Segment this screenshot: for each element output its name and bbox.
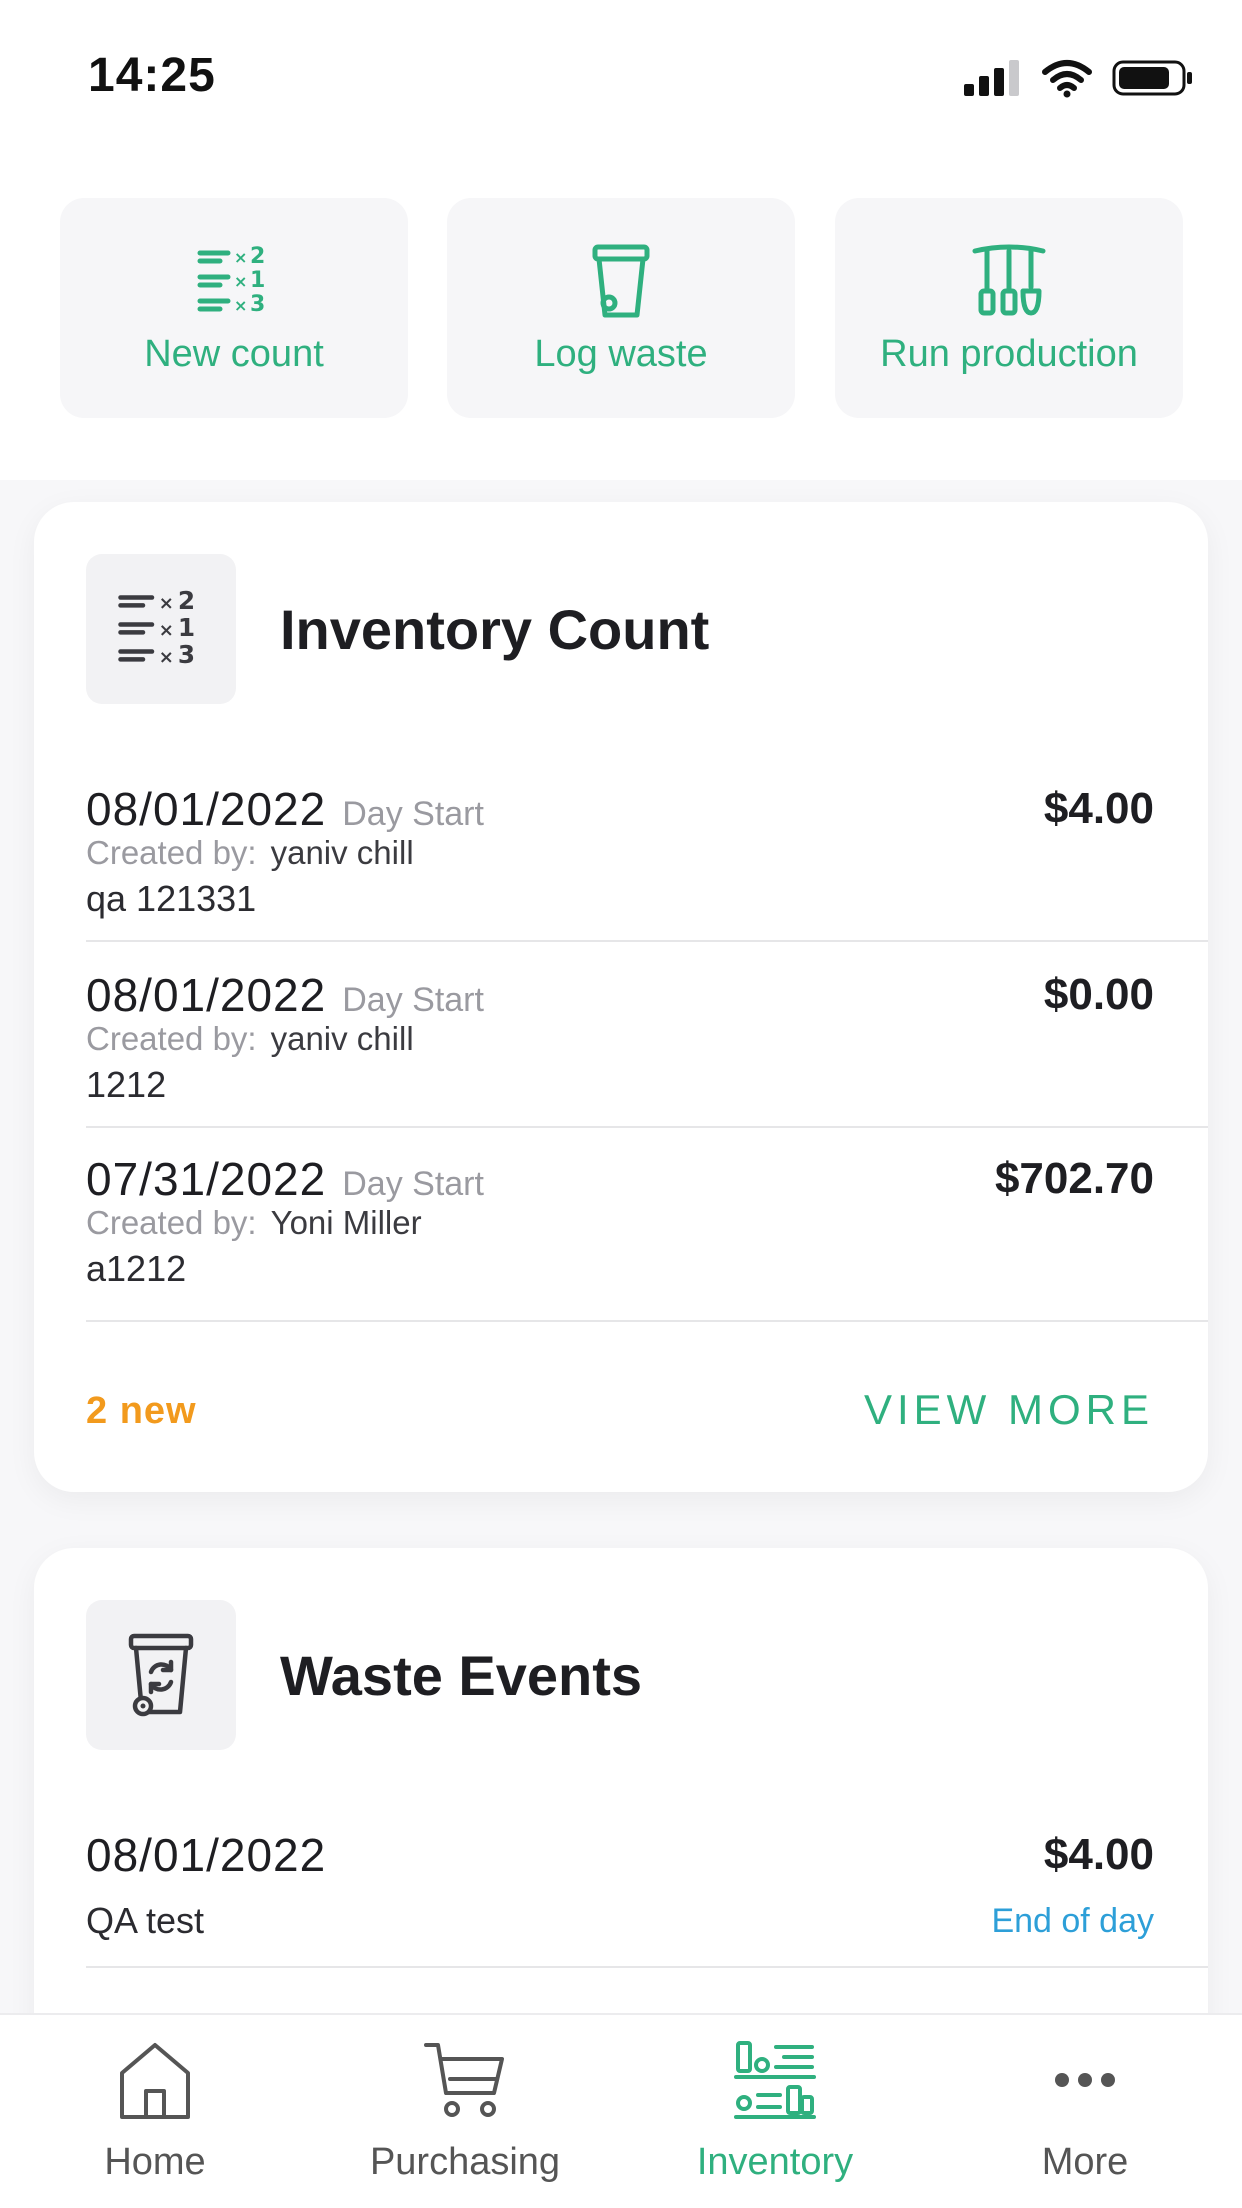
status-time: 14:25 (88, 49, 216, 102)
home-icon (120, 2043, 190, 2119)
svg-text:×: × (159, 647, 174, 668)
inventory-count-card: × 2 × 1 × 3 Inventory Count 08/01/2022 Day S… (34, 502, 1208, 1492)
utensils-icon (972, 244, 1046, 315)
run-production-label: Run production (880, 332, 1138, 375)
waste-events-card: Waste Events 08/01/2022 $4.00 QA test En… (34, 1548, 1208, 2068)
row-note: a1212 (86, 1248, 187, 1289)
bottom-nav: Home Purchasing Inventory More (0, 2013, 1242, 2208)
signal-icon (964, 60, 1019, 96)
waste-event-row[interactable]: 08/01/2022 $4.00 QA test End of day (86, 1818, 1208, 1968)
row-created-by: Created by: yaniv chill (86, 834, 414, 871)
row-note: qa 121331 (86, 878, 257, 919)
count-list-icon: × 2 × 1 × 3 (197, 244, 265, 317)
status-icons (964, 56, 1194, 100)
nav-home-label: Home (104, 2141, 206, 2183)
row-amount: $0.00 (1043, 970, 1154, 1019)
row-divider (86, 1966, 1208, 1968)
new-count-badge: 2 new (86, 1390, 197, 1432)
svg-text:1: 1 (178, 613, 195, 642)
waste-type-tag: End of day (991, 1902, 1154, 1940)
row-amount: $702.70 (994, 1154, 1154, 1203)
inventory-count-header: × 2 × 1 × 3 Inventory Count (86, 554, 709, 704)
svg-text:×: × (159, 593, 174, 614)
waste-events-title: Waste Events (280, 1643, 643, 1707)
cart-icon (424, 2043, 504, 2117)
inventory-icon (734, 2041, 816, 2119)
row-note: QA test (86, 1900, 205, 1941)
recycle-bin-icon (128, 1633, 194, 1717)
battery-icon (1112, 60, 1192, 96)
row-amount: $4.00 (1043, 784, 1154, 833)
svg-text:1: 1 (250, 268, 265, 293)
svg-text:2: 2 (178, 586, 195, 615)
row-note: 1212 (86, 1064, 167, 1105)
row-type: Day Start (342, 1165, 484, 1203)
waste-events-header: Waste Events (86, 1600, 642, 1750)
row-amount: $4.00 (1043, 1830, 1154, 1879)
svg-text:×: × (234, 248, 247, 267)
nav-inventory-label: Inventory (696, 2141, 854, 2183)
row-divider (86, 1320, 1208, 1322)
new-count-button[interactable]: × 2 × 1 × 3 New count (60, 198, 408, 418)
row-type: Day Start (342, 981, 484, 1019)
app-screen: 14:25 × 2 × 1 × 3 New count Log waste Ru… (0, 0, 1242, 2208)
row-date: 08/01/2022 Day Start (86, 969, 484, 1021)
wifi-icon (1042, 60, 1092, 98)
count-list-icon: × 2 × 1 × 3 (118, 586, 195, 669)
inventory-count-row[interactable]: 08/01/2022 Day Start $4.00 Created by: yan… (86, 772, 1208, 942)
row-created-by: Created by: yaniv chill (86, 1020, 414, 1057)
log-waste-label: Log waste (534, 332, 708, 375)
view-more-link[interactable]: VIEW MORE (864, 1386, 1154, 1434)
nav-more-label: More (1041, 2141, 1129, 2183)
svg-text:3: 3 (250, 292, 265, 317)
inventory-count-title: Inventory Count (280, 597, 710, 661)
nav-home[interactable]: Home (0, 2029, 310, 2199)
svg-text:×: × (234, 272, 247, 291)
more-dots-icon (1055, 2073, 1115, 2087)
log-waste-button[interactable]: Log waste (447, 198, 795, 418)
inventory-count-row[interactable]: 08/01/2022 Day Start $0.00 Created by: yan… (86, 942, 1208, 1128)
nav-more[interactable]: More (930, 2029, 1240, 2199)
quick-actions: × 2 × 1 × 3 New count Log waste Run prod… (0, 150, 1242, 480)
status-bar: 14:25 (0, 0, 1242, 150)
row-date: 08/01/2022 (86, 1829, 327, 1881)
trash-bin-icon (592, 244, 650, 317)
svg-text:2: 2 (250, 244, 265, 269)
inventory-count-row[interactable]: 07/31/2022 Day Start $702.70 Created by: Y… (86, 1128, 1208, 1322)
svg-text:3: 3 (178, 640, 195, 669)
row-date: 08/01/2022 Day Start (86, 783, 484, 835)
row-date: 07/31/2022 Day Start (86, 1153, 484, 1205)
nav-purchasing-label: Purchasing (369, 2141, 561, 2183)
row-created-by: Created by: Yoni Miller (86, 1204, 422, 1241)
waste-events-icon-box (86, 1600, 236, 1750)
svg-text:×: × (234, 296, 247, 315)
row-type: Day Start (342, 795, 484, 833)
run-production-button[interactable]: Run production (835, 198, 1183, 418)
inventory-count-icon-box: × 2 × 1 × 3 (86, 554, 236, 704)
svg-text:×: × (159, 620, 174, 641)
nav-purchasing[interactable]: Purchasing (310, 2029, 620, 2199)
new-count-label: New count (144, 332, 324, 375)
inventory-count-footer: 2 new VIEW MORE (86, 1382, 1154, 1442)
nav-inventory[interactable]: Inventory (620, 2029, 930, 2199)
